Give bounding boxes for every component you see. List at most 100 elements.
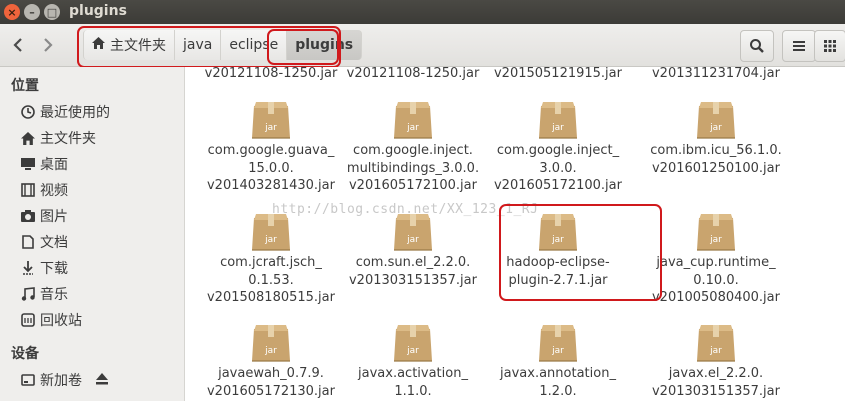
breadcrumb-eclipse[interactable]: eclipse [221,30,288,60]
svg-text:jar: jar [709,346,722,356]
file-item[interactable]: jar javax.el_2.2.0. v201303151357.jar [636,323,796,400]
list-view-button[interactable] [782,30,816,62]
file-name: com.google.inject. multibindings_3.0.0. v2… [333,142,493,195]
file-name-line: 1.2.0. [539,383,577,399]
jar-file-icon: jar [697,325,735,362]
grid-view-button[interactable] [814,30,845,62]
jar-file-icon: jar [697,214,735,251]
file-item[interactable]: v201505121915.jar [478,67,638,83]
sidebar-item-desktop[interactable]: 桌面 [20,153,68,175]
file-name-line: v201605172130.jar [206,383,335,399]
svg-text:jar: jar [551,235,564,245]
document-icon [20,234,36,250]
file-grid: v20121108-1250.jar v20121108-1250.jar v201… [185,67,845,401]
file-item[interactable]: jar com.google.guava_ 15.0.0. v20140328143… [191,100,351,195]
jar-file-icon: jar [697,102,735,139]
search-icon [750,39,764,53]
toolbar: 主文件夹 java eclipse plugins [0,24,845,67]
sidebar-item-videos[interactable]: 视频 [20,179,68,201]
file-name-line: plugin-2.7.1.jar [508,272,608,288]
file-item[interactable]: v20121108-1250.jar [333,67,493,83]
forward-button[interactable] [34,31,62,59]
file-name-line: v201508180515.jar [206,290,335,305]
file-item[interactable]: jar hadoop-eclipse-plugin-2.7.1.jar [478,212,638,289]
file-name: v20121108-1250.jar [333,67,493,83]
sidebar-item-documents[interactable]: 文档 [20,231,68,253]
sidebar-heading-places: 位置 [11,78,39,94]
file-item[interactable]: v20121108-1250.jar [191,67,351,83]
file-name-line: com.google.inject. [353,143,473,158]
svg-text:jar: jar [709,123,722,133]
jar-file-icon: jar [252,214,290,251]
svg-text:jar: jar [551,346,564,356]
jar-file-icon: jar [394,214,432,251]
file-item[interactable]: v201311231704.jar [636,67,796,83]
sidebar-item-recent[interactable]: 最近使用的 [20,101,110,123]
jar-file-icon: jar [539,102,577,139]
file-name: javax.activation_ 1.1.0. [333,365,493,400]
window-title: plugins [69,3,127,19]
breadcrumb-java[interactable]: java [175,30,222,60]
file-name: hadoop-eclipse-plugin-2.7.1.jar [478,254,638,289]
sidebar-item-downloads[interactable]: 下载 [20,257,68,279]
file-name: com.google.inject_ 3.0.0. v201605172100.ja… [478,142,638,195]
file-name-line: v201605172100.jar [348,178,477,193]
svg-text:jar: jar [264,346,277,356]
sidebar-item-volume[interactable]: 新加卷 [20,369,108,391]
breadcrumb: 主文件夹 java eclipse plugins [79,27,366,63]
file-item[interactable]: jar com.google.inject. multibindings_3.0.… [333,100,493,195]
file-name-line: hadoop-eclipse- [506,255,610,270]
file-name: v201311231704.jar [636,67,796,83]
jar-file-icon: jar [394,325,432,362]
file-name-line: 1.1.0. [394,383,432,399]
file-item[interactable]: jar javax.activation_ 1.1.0. [333,323,493,400]
sidebar-item-music[interactable]: 音乐 [20,283,68,305]
file-name-line: v201303151357.jar [651,383,780,399]
file-item[interactable]: jar com.google.inject_ 3.0.0. v20160517210… [478,100,638,195]
file-name: v201505121915.jar [478,67,638,83]
search-button[interactable] [740,30,774,62]
file-name: java_cup.runtime_ 0.10.0. v201005080400.ja… [636,254,796,307]
file-name-line: v20121108-1250.jar [346,67,480,81]
maximize-window-button[interactable]: □ [44,4,60,20]
file-name-line: javax.annotation_ [500,366,616,381]
file-name: com.jcraft.jsch_ 0.1.53. v201508180515.jar [191,254,351,307]
file-item[interactable]: jar com.jcraft.jsch_ 0.1.53. v201508180515… [191,212,351,307]
file-item[interactable]: jar javaewah_0.7.9. v201605172130.jar [191,323,351,400]
file-item[interactable]: jar java_cup.runtime_ 0.10.0. v20100508040… [636,212,796,307]
file-name-line: 15.0.0. [248,160,294,176]
download-icon [20,260,36,276]
svg-text:jar: jar [264,235,277,245]
file-name-line: multibindings_3.0.0. [346,160,480,176]
file-item[interactable]: jar com.ibm.icu_56.1.0. v201601250100.jar [636,100,796,177]
file-name-line: com.google.guava_ [207,143,335,158]
file-name-line: java_cup.runtime_ [656,255,776,270]
file-name-line: javaewah_0.7.9. [218,366,324,381]
file-name-line: javax.activation_ [358,366,468,381]
clock-icon [20,104,36,120]
sidebar-item-home[interactable]: 主文件夹 [20,127,96,149]
file-name: com.google.guava_ 15.0.0. v201403281430.ja… [191,142,351,195]
desktop-icon [20,156,36,172]
file-name-line: 3.0.0. [539,160,577,176]
music-icon [20,286,36,302]
minimize-window-button[interactable]: – [24,4,40,20]
home-icon [92,37,105,53]
svg-text:jar: jar [264,123,277,133]
file-name-line: v201601250100.jar [651,160,780,176]
file-item[interactable]: jar javax.annotation_ 1.2.0. [478,323,638,400]
camera-icon [20,208,36,224]
file-name-line: v201505121915.jar [493,67,622,81]
close-window-button[interactable]: × [4,4,20,20]
breadcrumb-home[interactable]: 主文件夹 [83,30,175,60]
file-name-line: v20121108-1250.jar [204,67,338,81]
eject-icon[interactable] [96,373,108,390]
home-icon [20,130,36,146]
file-name: javaewah_0.7.9. v201605172130.jar [191,365,351,400]
breadcrumb-plugins[interactable]: plugins [287,30,363,60]
file-item[interactable]: jar com.sun.el_2.2.0. v201303151357.jar [333,212,493,289]
svg-text:jar: jar [406,123,419,133]
sidebar-item-trash[interactable]: 回收站 [20,309,82,331]
sidebar-item-pictures[interactable]: 图片 [20,205,68,227]
back-button[interactable] [4,31,32,59]
